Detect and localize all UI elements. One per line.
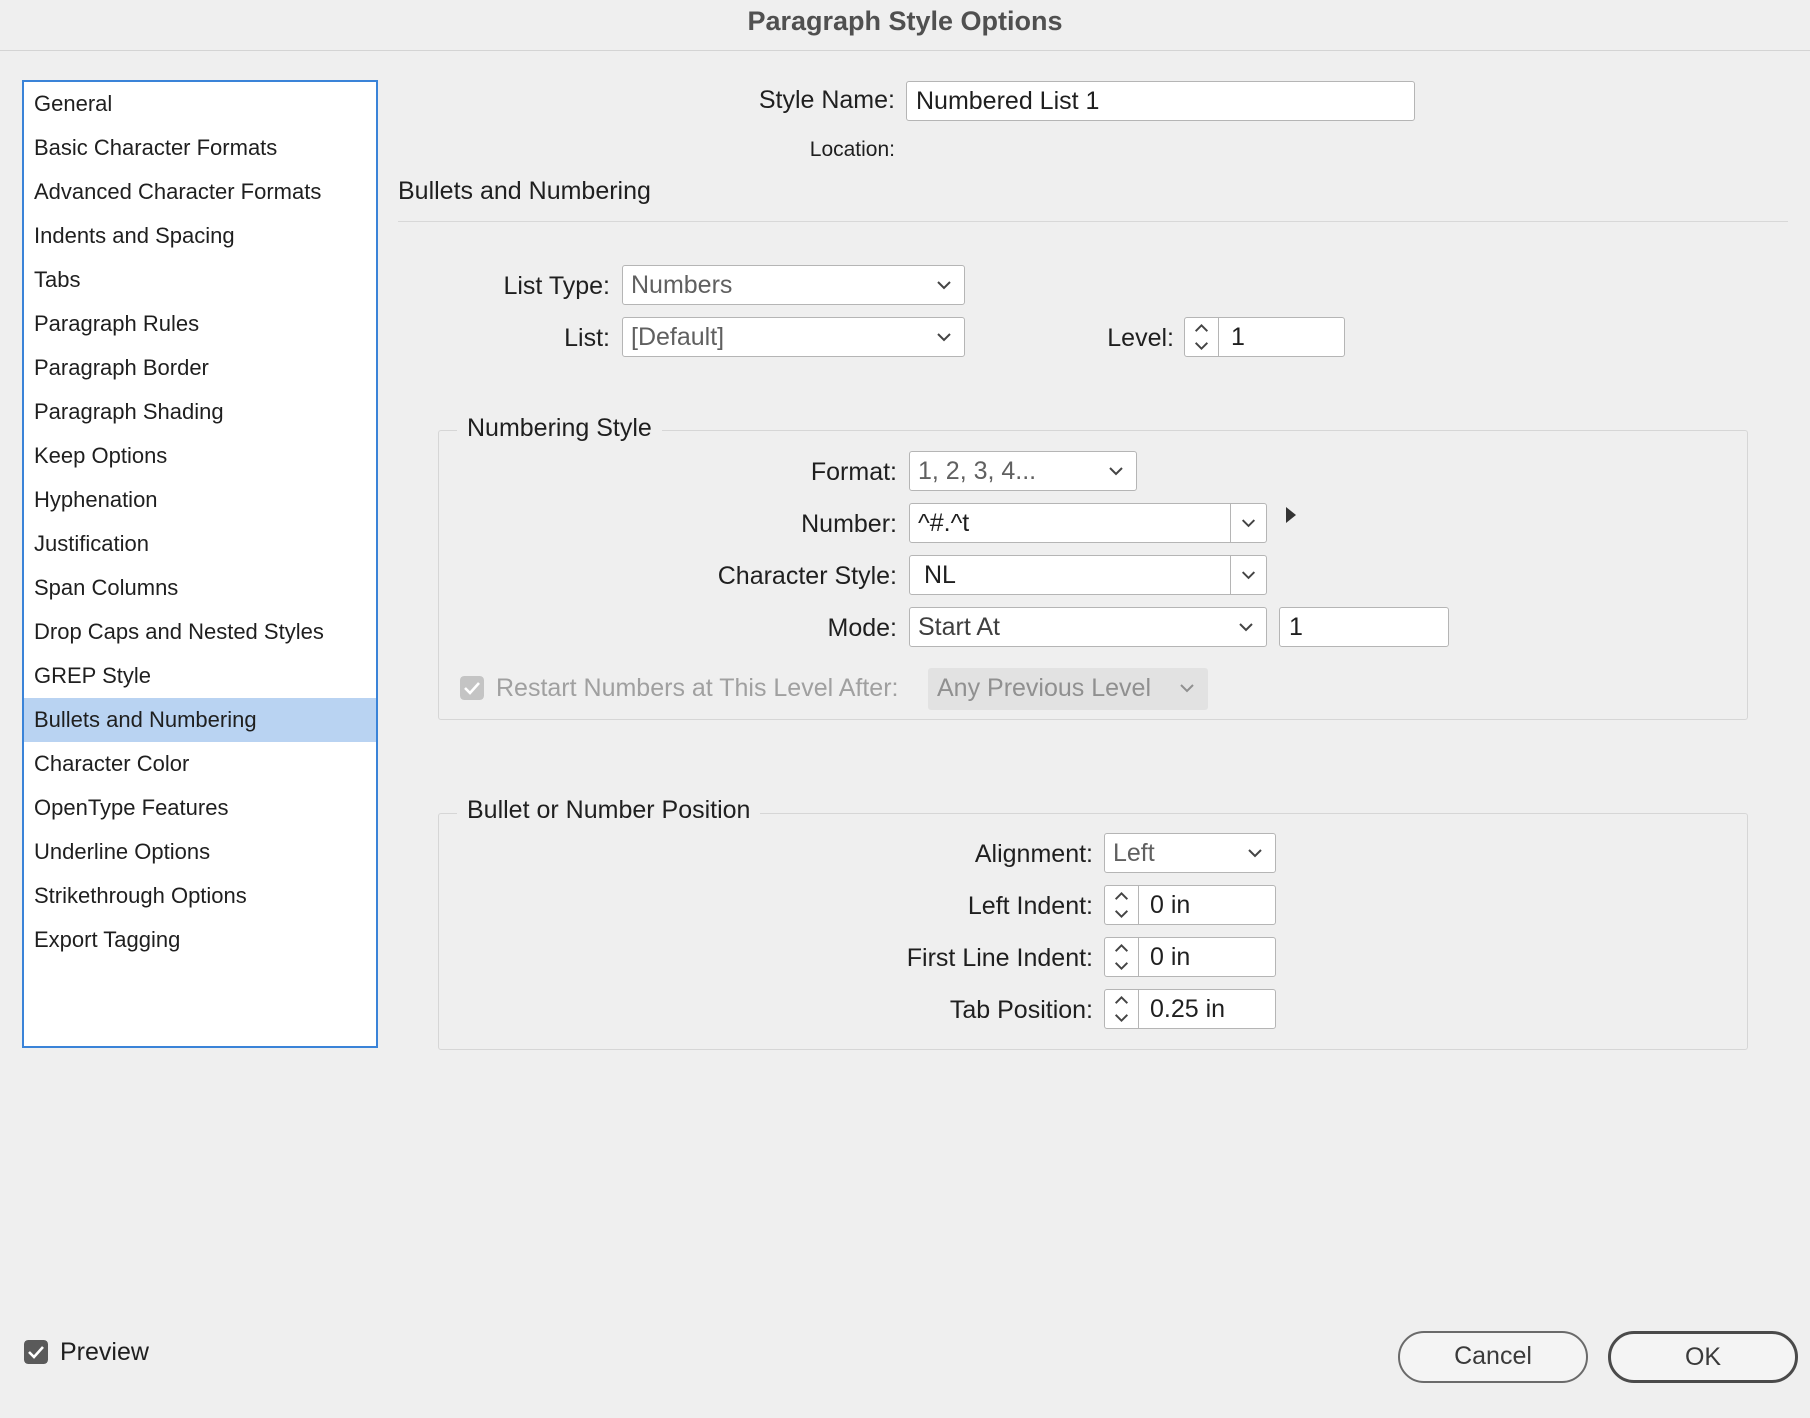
section-title: Bullets and Numbering xyxy=(398,177,651,205)
first-line-indent-label: First Line Indent: xyxy=(906,944,1093,972)
format-label: Format: xyxy=(810,458,897,486)
numbering-style-title: Numbering Style xyxy=(457,414,662,443)
sidebar-item-keep-options[interactable]: Keep Options xyxy=(24,434,376,478)
sidebar-item-advanced-character-formats[interactable]: Advanced Character Formats xyxy=(24,170,376,214)
list-type-value: Numbers xyxy=(631,271,733,299)
number-value[interactable]: ^#.^t xyxy=(918,504,969,542)
start-at-field[interactable]: 1 xyxy=(1279,607,1449,647)
style-name-label: Style Name: xyxy=(758,86,895,114)
chevron-down-icon[interactable] xyxy=(1230,504,1266,542)
number-combo[interactable]: ^#.^t xyxy=(909,503,1267,543)
restart-numbers-checkbox[interactable] xyxy=(460,676,484,700)
sidebar-item-bullets-and-numbering[interactable]: Bullets and Numbering xyxy=(24,698,376,742)
restart-level-value: Any Previous Level xyxy=(937,674,1152,702)
stepper-arrows-icon[interactable] xyxy=(1105,886,1139,924)
location-label: Location: xyxy=(809,138,895,161)
mode-label: Mode: xyxy=(827,614,897,642)
tab-position-stepper[interactable]: 0.25 in xyxy=(1104,989,1276,1029)
sidebar-item-span-columns[interactable]: Span Columns xyxy=(24,566,376,610)
number-label: Number: xyxy=(801,510,897,538)
sidebar-item-hyphenation[interactable]: Hyphenation xyxy=(24,478,376,522)
insert-special-character-icon[interactable] xyxy=(1284,504,1298,526)
sidebar-item-strikethrough-options[interactable]: Strikethrough Options xyxy=(24,874,376,918)
sidebar-item-tabs[interactable]: Tabs xyxy=(24,258,376,302)
chevron-down-icon xyxy=(1248,849,1262,858)
alignment-select[interactable]: Left xyxy=(1104,833,1276,873)
tab-position-label: Tab Position: xyxy=(949,996,1093,1024)
sidebar-item-paragraph-rules[interactable]: Paragraph Rules xyxy=(24,302,376,346)
chevron-down-icon xyxy=(1230,556,1256,594)
sidebar-item-paragraph-border[interactable]: Paragraph Border xyxy=(24,346,376,390)
format-value: 1, 2, 3, 4... xyxy=(918,457,1037,485)
section-divider xyxy=(398,221,1788,222)
preview-label: Preview xyxy=(60,1338,149,1366)
category-list[interactable]: General Basic Character Formats Advanced… xyxy=(22,80,378,1048)
stepper-arrows-icon[interactable] xyxy=(1185,318,1219,356)
preview-checkbox[interactable] xyxy=(24,1340,48,1364)
window-title: Paragraph Style Options xyxy=(0,0,1810,51)
list-type-select[interactable]: Numbers xyxy=(622,265,965,305)
stepper-arrows-icon[interactable] xyxy=(1105,938,1139,976)
list-label: List: xyxy=(564,324,610,352)
chevron-down-icon xyxy=(1109,467,1123,476)
restart-level-select[interactable]: Any Previous Level xyxy=(928,668,1208,710)
alignment-label: Alignment: xyxy=(974,840,1093,868)
chevron-down-icon xyxy=(937,281,951,290)
level-stepper[interactable]: 1 xyxy=(1184,317,1345,357)
character-style-label: Character Style: xyxy=(717,562,897,590)
chevron-down-icon xyxy=(937,333,951,342)
first-line-indent-value[interactable]: 0 in xyxy=(1150,938,1190,976)
alignment-value: Left xyxy=(1113,839,1155,867)
left-indent-stepper[interactable]: 0 in xyxy=(1104,885,1276,925)
left-indent-label: Left Indent: xyxy=(967,892,1093,920)
sidebar-item-character-color[interactable]: Character Color xyxy=(24,742,376,786)
mode-value: Start At xyxy=(918,613,1000,641)
character-style-value: NL xyxy=(924,561,956,589)
character-style-select[interactable]: NL xyxy=(909,555,1267,595)
sidebar-item-export-tagging[interactable]: Export Tagging xyxy=(24,918,376,962)
list-value: [Default] xyxy=(631,323,725,351)
restart-numbers-label: Restart Numbers at This Level After: xyxy=(496,674,899,702)
sidebar-item-underline-options[interactable]: Underline Options xyxy=(24,830,376,874)
left-indent-value[interactable]: 0 in xyxy=(1150,886,1190,924)
stepper-arrows-icon[interactable] xyxy=(1105,990,1139,1028)
sidebar-item-paragraph-shading[interactable]: Paragraph Shading xyxy=(24,390,376,434)
sidebar-item-opentype-features[interactable]: OpenType Features xyxy=(24,786,376,830)
sidebar-item-general[interactable]: General xyxy=(24,82,376,126)
level-label: Level: xyxy=(1107,324,1174,352)
sidebar-item-justification[interactable]: Justification xyxy=(24,522,376,566)
first-line-indent-stepper[interactable]: 0 in xyxy=(1104,937,1276,977)
level-value[interactable]: 1 xyxy=(1231,318,1245,356)
position-group xyxy=(438,813,1748,1050)
ok-button[interactable]: OK xyxy=(1608,1331,1798,1383)
sidebar-item-basic-character-formats[interactable]: Basic Character Formats xyxy=(24,126,376,170)
list-select[interactable]: [Default] xyxy=(622,317,965,357)
mode-select[interactable]: Start At xyxy=(909,607,1267,647)
sidebar-item-indents-and-spacing[interactable]: Indents and Spacing xyxy=(24,214,376,258)
style-name-field[interactable]: Numbered List 1 xyxy=(906,81,1415,121)
tab-position-value[interactable]: 0.25 in xyxy=(1150,990,1225,1028)
position-title: Bullet or Number Position xyxy=(457,796,761,825)
chevron-down-icon xyxy=(1239,623,1253,632)
cancel-button[interactable]: Cancel xyxy=(1398,1331,1588,1383)
sidebar-item-grep-style[interactable]: GREP Style xyxy=(24,654,376,698)
sidebar-item-drop-caps[interactable]: Drop Caps and Nested Styles xyxy=(24,610,376,654)
chevron-down-icon xyxy=(1180,684,1194,693)
list-type-label: List Type: xyxy=(503,272,610,300)
format-select[interactable]: 1, 2, 3, 4... xyxy=(909,451,1137,491)
